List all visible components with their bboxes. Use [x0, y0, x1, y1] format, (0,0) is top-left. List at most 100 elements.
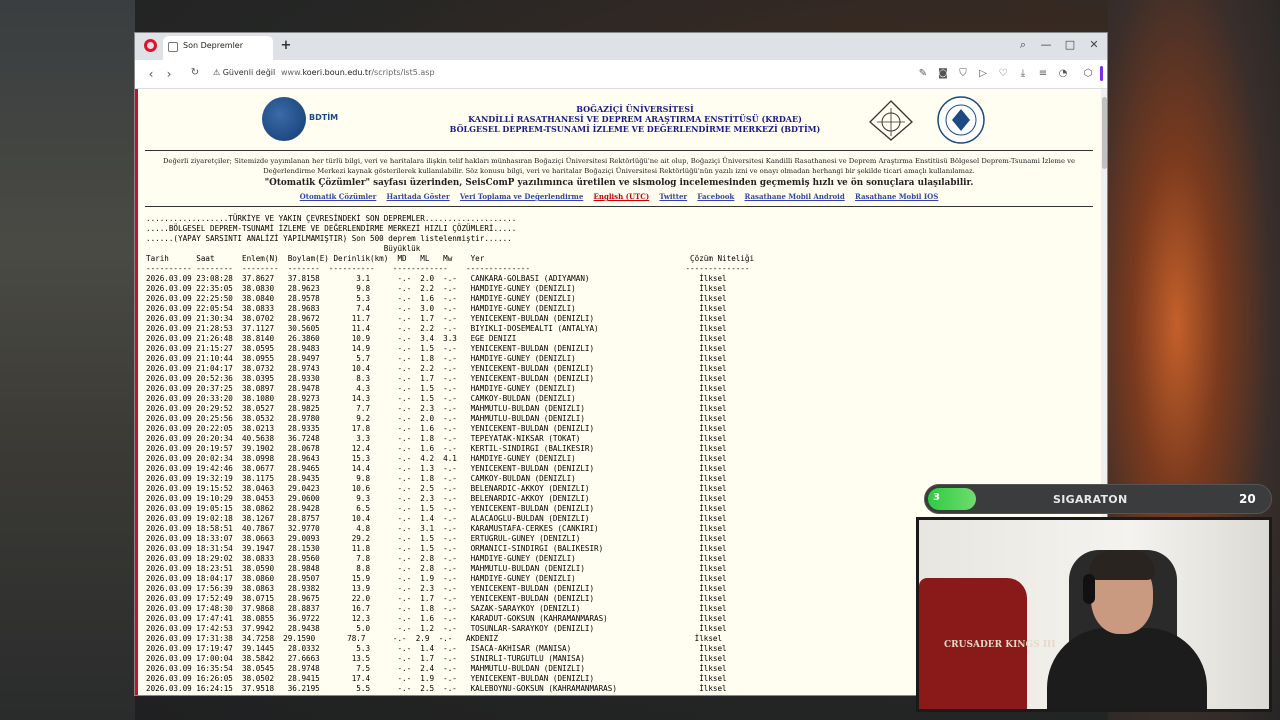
- earthquake-row: 2026.03.09 19:05:15 38.0862 28.9428 6.5 …: [146, 504, 727, 513]
- earthquake-row: 2026.03.09 16:26:05 38.0502 28.9415 17.4…: [146, 674, 727, 683]
- link-english[interactable]: English (UTC): [594, 192, 650, 201]
- sidebar-toggle-icon[interactable]: [1100, 66, 1103, 81]
- extensions-icon[interactable]: ⬡: [1082, 68, 1094, 79]
- progress-label: SIGARATON: [1053, 493, 1128, 506]
- opera-logo-icon[interactable]: [144, 39, 157, 52]
- heart-icon[interactable]: ♡: [997, 68, 1009, 79]
- earthquake-row: 2026.03.09 17:00:04 38.5842 27.6663 13.5…: [146, 654, 727, 663]
- download-icon[interactable]: ⤓: [1017, 68, 1029, 79]
- earthquake-row: 2026.03.09 22:35:05 38.0830 28.9623 9.8 …: [146, 284, 727, 293]
- list-header-line: Tarih Saat Enlem(N) Boylam(E) Derinlik(k…: [146, 254, 755, 263]
- nav-links: Otomatik Çözümler Haritada Göster Veri T…: [145, 192, 1093, 201]
- minimize-button[interactable]: —: [1039, 38, 1053, 51]
- earthquake-row: 2026.03.09 20:29:52 38.0527 28.9825 7.7 …: [146, 404, 727, 413]
- earthquake-row: 2026.03.09 19:10:29 38.0453 29.0600 9.3 …: [146, 494, 727, 503]
- list-header-line: ---------- -------- -------- ------- ---…: [146, 264, 750, 273]
- earthquake-row: 2026.03.09 19:42:46 38.0677 28.9465 14.4…: [146, 464, 727, 473]
- address-bar: ‹ › ↻ ⚠ Güvenli değil www.koeri.boun.edu…: [135, 60, 1107, 89]
- profile-icon[interactable]: ◔: [1057, 68, 1069, 79]
- earthquake-row: 2026.03.09 20:22:05 38.0213 28.9335 17.8…: [146, 424, 727, 433]
- security-indicator[interactable]: ⚠ Güvenli değil: [213, 68, 275, 77]
- list-header-line: Büyüklük: [383, 244, 421, 253]
- search-tabs-icon[interactable]: ⌕: [1016, 38, 1030, 52]
- earthquake-row: 2026.03.09 18:04:17 38.0860 28.9507 15.9…: [146, 574, 727, 583]
- header-center: BÖLGESEL DEPREM-TSUNAMİ İZLEME VE DEĞERL…: [449, 124, 821, 134]
- earthquake-row: 2026.03.09 20:02:34 38.0998 28.9643 15.3…: [146, 454, 727, 463]
- page-edge-marker: [135, 89, 138, 695]
- earthquake-row: 2026.03.09 17:56:39 38.0863 28.9382 13.9…: [146, 584, 727, 593]
- earthquake-row: 2026.03.09 21:26:48 38.8140 26.3860 10.9…: [146, 334, 727, 343]
- earthquake-row: 2026.03.09 22:05:54 38.0833 28.9683 7.4 …: [146, 304, 727, 313]
- reload-button[interactable]: ↻: [188, 67, 202, 78]
- link-twitter[interactable]: Twitter: [659, 192, 687, 201]
- observatory-emblem-icon: [869, 100, 913, 141]
- page-favicon-icon: [168, 42, 178, 52]
- earthquake-row: 2026.03.09 19:15:52 38.0463 29.0423 10.6…: [146, 484, 727, 493]
- menu-icon[interactable]: ≡: [1037, 68, 1049, 79]
- bdtim-logo-text: BDTİM: [309, 113, 339, 122]
- earthquake-row: 2026.03.09 21:15:27 38.0595 28.9483 14.9…: [146, 344, 727, 353]
- earthquake-list: ..................TÜRKİYE VE YAKIN ÇEVRE…: [146, 214, 754, 694]
- webcam-feed: CRUSADER KINGS III: [916, 517, 1272, 712]
- earthquake-row: 2026.03.09 20:33:20 38.1080 28.9273 14.3…: [146, 394, 727, 403]
- player-icon[interactable]: ▷: [977, 68, 989, 79]
- url-prefix: www.: [281, 68, 303, 77]
- bdtim-logo: [262, 97, 306, 141]
- shield-icon[interactable]: ⛉: [957, 68, 969, 79]
- link-show-on-map[interactable]: Haritada Göster: [387, 192, 450, 201]
- link-mobile-ios[interactable]: Rasathane Mobil IOS: [855, 192, 938, 201]
- tab-bar: Son Depremler + ⌕ — □ ✕: [135, 33, 1107, 60]
- progress-count: 3: [933, 492, 940, 503]
- university-seal-icon: [937, 96, 985, 144]
- earthquake-row: 2026.03.09 21:10:44 38.0955 28.9497 5.7 …: [146, 354, 727, 363]
- earthquake-row: 2026.03.09 20:52:36 38.0395 28.9330 8.3 …: [146, 374, 727, 383]
- earthquake-row: 2026.03.09 19:02:18 38.1267 28.8757 10.4…: [146, 514, 727, 523]
- link-data-collection[interactable]: Veri Toplama ve Değerlendirme: [460, 192, 583, 201]
- headset-icon: [1083, 574, 1095, 604]
- earthquake-row: 2026.03.09 18:23:51 38.0590 28.9848 8.8 …: [146, 564, 727, 573]
- earthquake-row: 2026.03.09 20:20:34 40.5638 36.7248 3.3 …: [146, 434, 727, 443]
- copyright-notice: Değerli ziyaretçiler; Sitemizde yayımlan…: [162, 157, 1076, 175]
- header-university: BOĞAZİÇİ ÜNİVERSİTESİ: [576, 104, 694, 114]
- back-button[interactable]: ‹: [144, 67, 158, 81]
- links-divider: [145, 206, 1093, 207]
- tab-title: Son Depremler: [183, 41, 244, 50]
- camera-icon[interactable]: ◙: [937, 68, 949, 79]
- stream-progress-widget: 3 SIGARATON 20: [924, 484, 1272, 514]
- link-mobile-android[interactable]: Rasathane Mobil Android: [745, 192, 845, 201]
- earthquake-row: 2026.03.09 17:19:47 39.1445 28.0332 5.3 …: [146, 644, 727, 653]
- url-path: /scripts/lst5.asp: [371, 68, 435, 77]
- earthquake-row: 2026.03.09 18:33:07 38.0663 29.0093 29.2…: [146, 534, 727, 543]
- earthquake-row: 2026.03.09 20:37:25 38.0897 28.9478 4.3 …: [146, 384, 727, 393]
- earthquake-row: 2026.03.09 21:04:17 38.0732 28.9743 10.4…: [146, 364, 727, 373]
- earthquake-row: 2026.03.09 17:52:49 38.0715 28.9675 22.0…: [146, 594, 727, 603]
- webcam-person-body: [1047, 628, 1207, 709]
- earthquake-row: 2026.03.09 19:32:19 38.1175 28.9435 9.8 …: [146, 474, 727, 483]
- earthquake-row: 2026.03.09 17:42:53 37.9942 28.9438 5.0 …: [146, 624, 727, 633]
- url-field[interactable]: www.koeri.boun.edu.tr/scripts/lst5.asp: [281, 68, 435, 77]
- security-label: Güvenli değil: [222, 68, 276, 77]
- earthquake-row: 2026.03.09 16:24:15 37.9518 36.2195 5.5 …: [146, 684, 727, 693]
- earthquake-row: 2026.03.09 20:19:57 39.1902 28.0678 12.4…: [146, 444, 727, 453]
- link-automatic-solutions[interactable]: Otomatik Çözümler: [300, 192, 377, 201]
- header-institute: KANDİLLİ RASATHANESİ VE DEPREM ARAŞTIRMA…: [468, 114, 802, 124]
- browser-tab[interactable]: Son Depremler: [163, 36, 273, 60]
- earthquake-row: 2026.03.09 18:58:51 40.7867 32.9770 4.8 …: [146, 524, 727, 533]
- edit-icon[interactable]: ✎: [917, 68, 929, 79]
- earthquake-row: 2026.03.09 17:31:38 34.7258 29.1590 78.7…: [146, 634, 723, 643]
- close-window-button[interactable]: ✕: [1087, 38, 1101, 51]
- automatic-solutions-note: "Otomatik Çözümler" sayfası üzerinden, S…: [264, 178, 974, 188]
- scrollbar-thumb[interactable]: [1102, 97, 1107, 169]
- url-domain: koeri.boun.edu.tr: [302, 68, 372, 77]
- progress-total: 20: [1239, 492, 1256, 506]
- earthquake-row: 2026.03.09 23:08:28 37.8627 37.8158 3.1 …: [146, 274, 727, 283]
- list-header-line: .....BÖLGESEL DEPREM-TSUNAMİ İZLEME VE D…: [146, 224, 517, 233]
- new-tab-button[interactable]: +: [279, 39, 293, 53]
- maximize-button[interactable]: □: [1063, 38, 1077, 51]
- list-header-line: ......(YAPAY SARSINTI ANALİZİ YAPILMAMIŞ…: [146, 234, 512, 243]
- desktop-background-left: [0, 0, 135, 720]
- earthquake-row: 2026.03.09 18:29:02 38.0833 28.9560 7.8 …: [146, 554, 727, 563]
- list-header-line: ..................TÜRKİYE VE YAKIN ÇEVRE…: [146, 214, 517, 223]
- link-facebook[interactable]: Facebook: [697, 192, 734, 201]
- forward-button[interactable]: ›: [162, 67, 176, 81]
